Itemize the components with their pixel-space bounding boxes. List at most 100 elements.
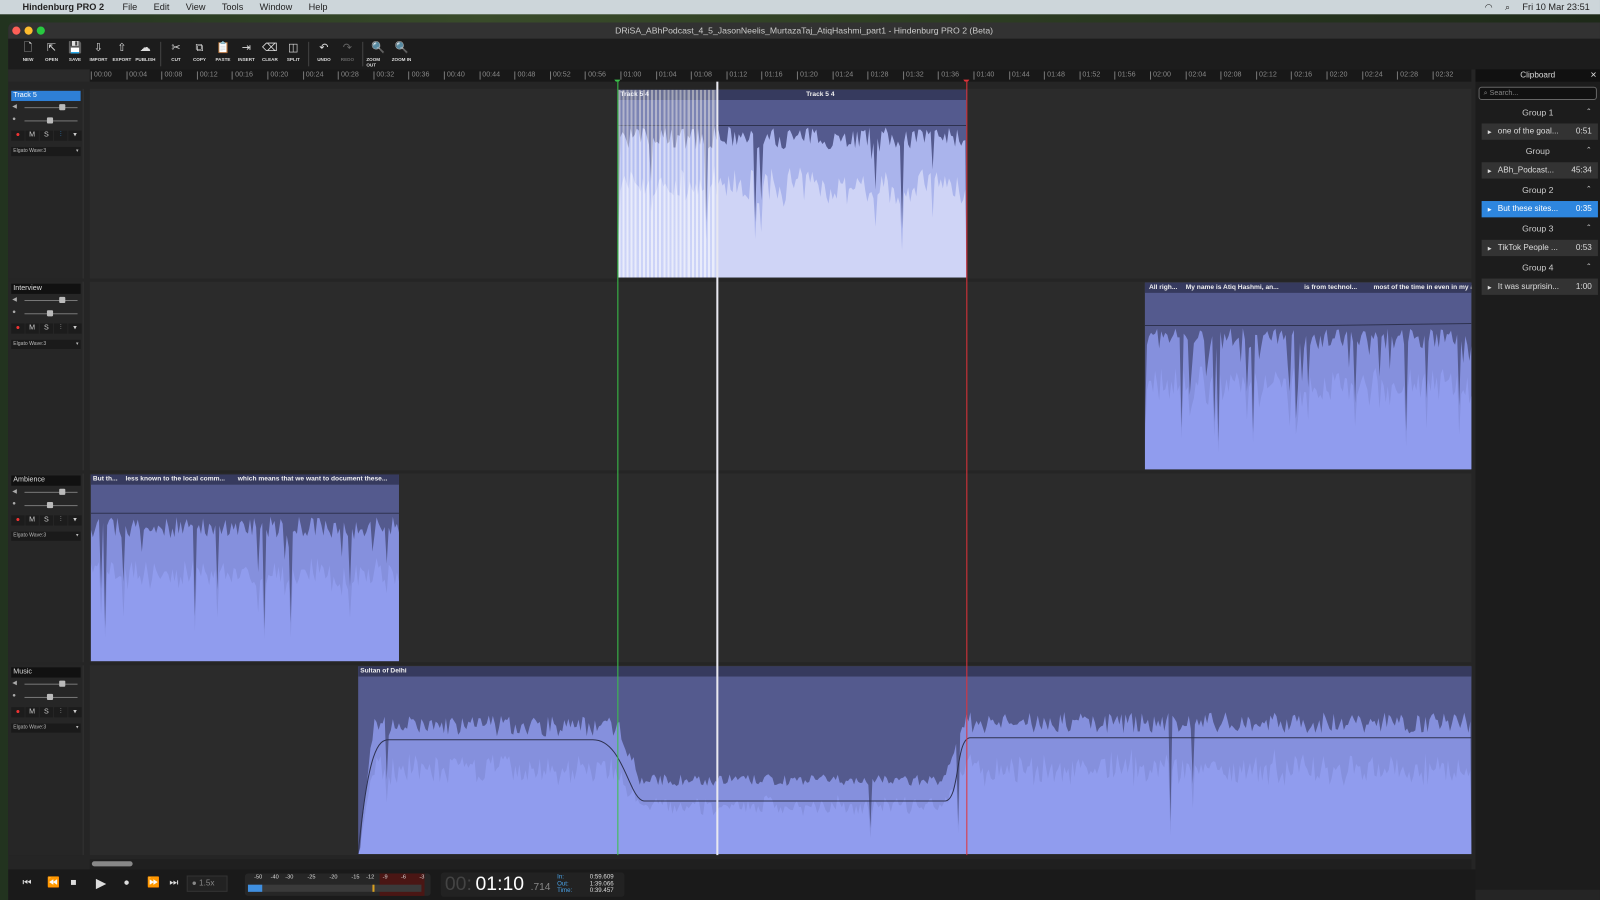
clipboard-group-header[interactable]: Group 3 ⌃ [1475, 220, 1599, 236]
paste-button[interactable]: 📋 PASTE [211, 39, 234, 70]
go-to-end-button[interactable]: ⏭ [169, 878, 178, 889]
playhead[interactable] [716, 81, 719, 856]
menu-view[interactable]: View [186, 2, 206, 12]
menu-file[interactable]: File [122, 2, 137, 12]
menu-tools[interactable]: Tools [222, 2, 243, 12]
chevron-down-icon[interactable]: ▾ [68, 707, 82, 718]
track-name[interactable]: Track 5 [11, 90, 81, 102]
volume-slider[interactable] [24, 488, 78, 495]
track-header-ambience[interactable]: Ambience ◀ ● ● M S ⫶ ▾ Elgato Wave:3 ▾ [8, 473, 84, 663]
chevron-down-icon[interactable]: ▾ [68, 515, 82, 526]
playback-speed-stepper[interactable]: ● 1.5x [186, 875, 228, 892]
record-arm-button[interactable]: ● [11, 130, 25, 141]
search-icon[interactable]: ⌕ [1505, 2, 1510, 13]
pan-knob[interactable] [46, 117, 54, 124]
pan-knob[interactable] [46, 502, 54, 509]
fx-icon[interactable]: ⫶ [54, 515, 68, 526]
fast-forward-button[interactable]: ⏩ [147, 878, 160, 889]
split-button[interactable]: ◫ SPLIT [282, 39, 305, 70]
collapse-icon[interactable]: ⌃ [1586, 182, 1592, 198]
insert-button[interactable]: ⇥ INSERT [235, 39, 258, 70]
pan-slider[interactable] [24, 117, 78, 124]
mute-button[interactable]: M [25, 130, 39, 141]
go-to-start-button[interactable]: ⏮ [22, 878, 31, 889]
close-window-button[interactable] [12, 26, 21, 35]
clipboard-item[interactable]: ▶ It was surprisin... 1:00 [1481, 278, 1598, 295]
track-lane[interactable]: Sultan of Delhi [89, 665, 1472, 856]
horizontal-scrollbar[interactable] [89, 859, 1472, 870]
cut-button[interactable]: ✂ CUT [164, 39, 187, 70]
record-arm-button[interactable]: ● [11, 707, 25, 718]
solo-button[interactable]: S [39, 515, 54, 526]
new-button[interactable]: 🗋 NEW [16, 39, 39, 70]
clipboard-group-header[interactable]: Group 4 ⌃ [1475, 259, 1599, 275]
volume-knob[interactable] [59, 104, 66, 111]
track-name[interactable]: Ambience [11, 475, 81, 486]
track-lane[interactable]: All righ... My name is Atiq Hashmi, an...… [89, 281, 1472, 471]
play-icon[interactable]: ▶ [1488, 285, 1492, 291]
collapse-icon[interactable]: ⌃ [1586, 143, 1592, 159]
play-icon[interactable]: ▶ [1488, 130, 1492, 136]
input-device-select[interactable]: Elgato Wave:3 ▾ [11, 146, 81, 157]
audio-clip[interactable]: But th... less known to the local comm...… [90, 474, 399, 662]
play-icon[interactable]: ▶ [1488, 246, 1492, 252]
volume-slider[interactable] [24, 680, 78, 687]
stop-button[interactable]: ■ [70, 878, 76, 889]
audio-clip[interactable]: Track 5 4Track 5 4 [618, 89, 967, 278]
fx-icon[interactable]: ⫶ [54, 707, 68, 718]
zoom-out-button[interactable]: 🔍 ZOOM OUT [366, 39, 389, 70]
pan-slider[interactable] [24, 693, 78, 700]
app-menu[interactable]: Hindenburg PRO 2 [22, 2, 104, 12]
solo-button[interactable]: S [39, 323, 54, 334]
zoom-in-button[interactable]: 🔍 ZOOM IN [390, 39, 413, 70]
wifi-icon[interactable]: ◠ [1485, 2, 1493, 13]
undo-button[interactable]: ↶ UNDO [312, 39, 335, 70]
chevron-down-icon[interactable]: ▾ [68, 323, 82, 334]
clipboard-group-header[interactable]: Group 1 ⌃ [1475, 104, 1599, 120]
clipboard-item[interactable]: ▶ But these sites... 0:35 [1481, 201, 1598, 218]
solo-button[interactable]: S [39, 707, 54, 718]
menu-help[interactable]: Help [309, 2, 328, 12]
input-device-select[interactable]: Elgato Wave:3 ▾ [11, 531, 81, 541]
pan-knob[interactable] [46, 693, 54, 700]
clipboard-item[interactable]: ▶ ABh_Podcast... 45:34 [1481, 162, 1598, 179]
import-button[interactable]: ⇩ IMPORT [87, 39, 110, 70]
mute-button[interactable]: M [25, 707, 39, 718]
redo-button[interactable]: ↷ REDO [336, 39, 359, 70]
minimize-window-button[interactable] [24, 26, 33, 35]
audio-clip[interactable]: Sultan of Delhi [358, 666, 1472, 855]
track-header-music[interactable]: Music ◀ ● ● M S ⫶ ▾ Elgato Wave:3 ▾ [8, 665, 84, 856]
volume-slider[interactable] [24, 104, 78, 111]
mute-button[interactable]: M [25, 515, 39, 526]
clock[interactable]: Fri 10 Mar 23:51 [1522, 2, 1589, 12]
collapse-icon[interactable]: ⌃ [1586, 104, 1592, 120]
menu-window[interactable]: Window [260, 2, 293, 12]
play-icon[interactable]: ▶ [1488, 168, 1492, 174]
copy-button[interactable]: ⧉ COPY [188, 39, 211, 70]
track-lane[interactable]: Track 5 4Track 5 4 [89, 88, 1472, 279]
record-arm-button[interactable]: ● [11, 323, 25, 334]
selection-region[interactable] [618, 89, 717, 278]
chevron-down-icon[interactable]: ▾ [68, 130, 82, 141]
track-header-interview[interactable]: Interview ◀ ● ● M S ⫶ ▾ Elgato Wave:3 ▾ [8, 281, 84, 471]
clipboard-item[interactable]: ▶ one of the goal... 0:51 [1481, 123, 1598, 140]
record-arm-button[interactable]: ● [11, 515, 25, 526]
pan-slider[interactable] [24, 310, 78, 317]
save-button[interactable]: 💾 SAVE [63, 39, 86, 70]
volume-envelope[interactable] [1144, 322, 1472, 327]
clipboard-group-header[interactable]: Group 2 ⌃ [1475, 182, 1599, 198]
clear-button[interactable]: ⌫ CLEAR [258, 39, 281, 70]
audio-clip[interactable]: All righ... My name is Atiq Hashmi, an...… [1144, 282, 1472, 470]
timeline-ruler[interactable]: 00:00 00:04 00:08 00:12 00:16 00:20 00:24 00:28… [89, 69, 1472, 82]
fx-icon[interactable]: ⫶ [54, 130, 68, 141]
solo-button[interactable]: S [39, 130, 54, 141]
pan-knob[interactable] [46, 310, 54, 317]
zoom-window-button[interactable] [36, 26, 45, 35]
play-button[interactable]: ▶ [96, 876, 106, 892]
collapse-icon[interactable]: ⌃ [1586, 259, 1592, 275]
pan-slider[interactable] [24, 502, 78, 509]
rewind-button[interactable]: ⏪ [47, 878, 60, 889]
export-button[interactable]: ⇧ EXPORT [110, 39, 133, 70]
open-button[interactable]: ⇱ OPEN [40, 39, 63, 70]
input-device-select[interactable]: Elgato Wave:3 ▾ [11, 723, 81, 733]
